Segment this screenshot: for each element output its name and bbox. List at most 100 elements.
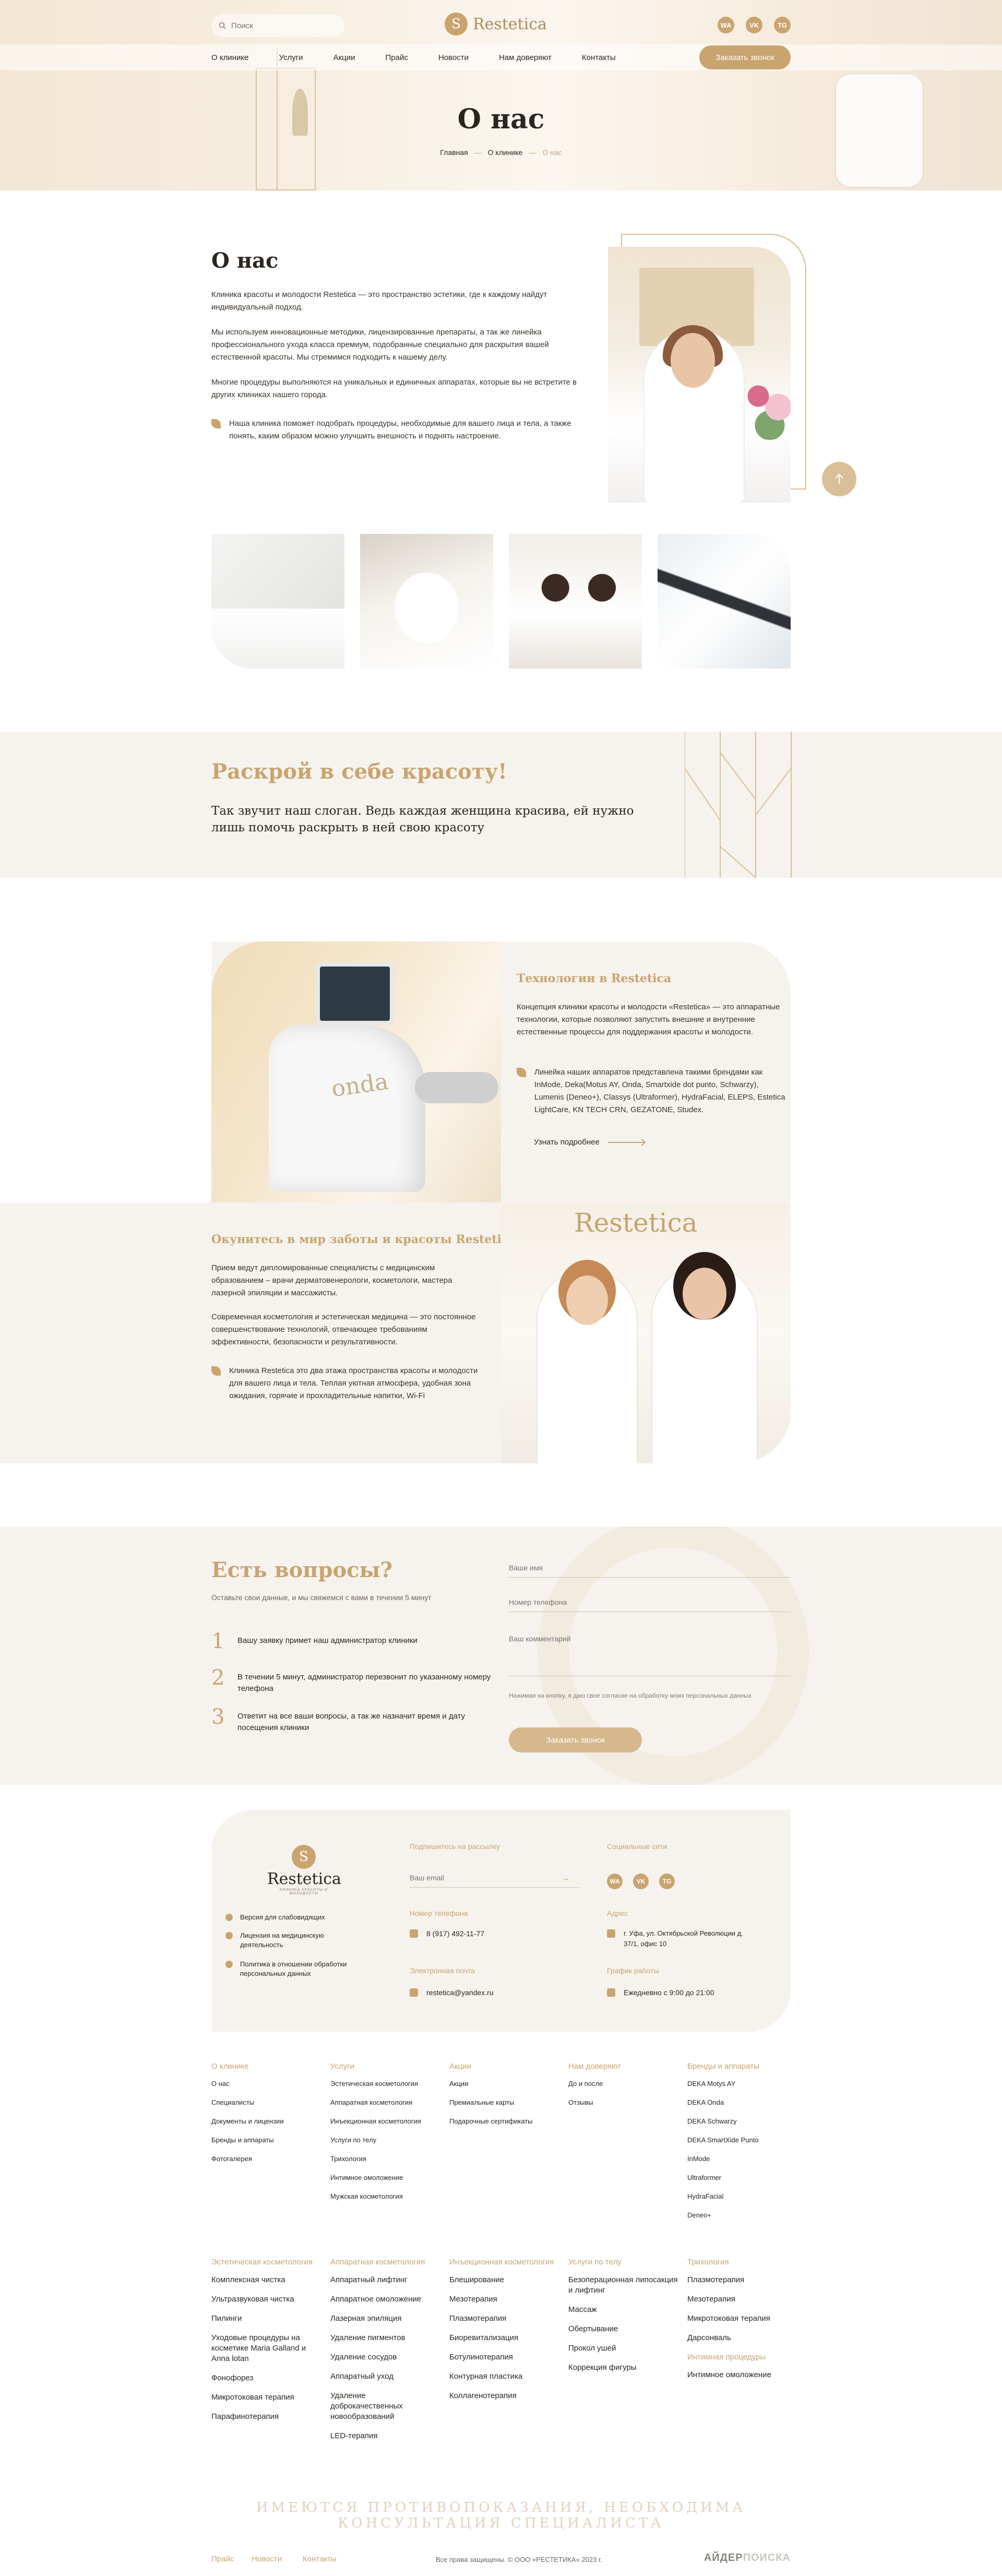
sitemap-heading[interactable]: Эстетическая косметология	[211, 2257, 321, 2268]
license-link[interactable]: Лицензия на медицинскую деятельность	[225, 1931, 366, 1950]
vk-icon[interactable]: VK	[633, 1874, 649, 1889]
sitemap-link[interactable]: Обертывание	[568, 2324, 678, 2334]
sitemap-link[interactable]: Плазмотерапия	[687, 2275, 797, 2285]
telegram-icon[interactable]: TG	[659, 1874, 675, 1889]
subscribe-email-field[interactable]	[410, 1874, 579, 1888]
sitemap-heading[interactable]: Услуги	[330, 2061, 440, 2072]
sitemap-link[interactable]: Специалисты	[211, 2098, 321, 2107]
learn-more-link[interactable]: Узнать подробнее	[534, 1138, 645, 1147]
sitemap-link[interactable]: Контурная пластика	[449, 2371, 559, 2382]
gallery-photo-3[interactable]	[509, 534, 642, 669]
call-request-button[interactable]: Заказать звонок	[699, 45, 791, 69]
sitemap-link[interactable]: О нас	[211, 2079, 321, 2089]
sitemap-link[interactable]: Бренды и аппараты	[211, 2136, 321, 2145]
sitemap-link[interactable]: Мужская косметология	[330, 2192, 440, 2201]
whatsapp-icon[interactable]: WA	[718, 17, 734, 33]
sitemap-heading[interactable]: Интимная процедуры	[687, 2352, 797, 2363]
sitemap-link[interactable]: Микротоковая терапия	[211, 2392, 321, 2403]
sitemap-link[interactable]: Коррекция фигуры	[568, 2363, 678, 2373]
sitemap-link[interactable]: LED-терапия	[330, 2431, 440, 2441]
sitemap-link[interactable]: Ботулинотерапия	[449, 2352, 559, 2363]
sitemap-link[interactable]: DEKA SmartXide Punto	[687, 2136, 797, 2145]
sitemap-link[interactable]: Уходовые процедуры на косметике Maria Ga…	[211, 2333, 321, 2364]
nav-item-services[interactable]: Услуги	[279, 53, 303, 62]
sitemap-link[interactable]: Микротоковая терапия	[687, 2313, 797, 2324]
sitemap-link[interactable]: Блеширование	[449, 2275, 559, 2285]
gallery-photo-2[interactable]	[360, 534, 493, 669]
phone-value[interactable]: 8 (917) 492-11-77	[410, 1928, 484, 1939]
sitemap-link[interactable]: Фонофорез	[211, 2373, 321, 2383]
nav-item-price[interactable]: Прайс	[386, 53, 408, 62]
nav-item-news[interactable]: Новости	[438, 53, 469, 62]
sitemap-link[interactable]: Прокол ушей	[568, 2343, 678, 2354]
name-input[interactable]	[509, 1564, 791, 1572]
sitemap-link[interactable]: Удаление доброкачественных новообразован…	[330, 2391, 440, 2422]
sitemap-link[interactable]: Аппаратный уход	[330, 2371, 440, 2382]
sitemap-heading[interactable]: Услуги по телу	[568, 2257, 678, 2268]
phone-field[interactable]	[509, 1598, 791, 1612]
developer-logo[interactable]: АЙДЕРПОИСКА	[704, 2552, 791, 2564]
logo[interactable]: S Restetica	[445, 13, 547, 35]
sitemap-link[interactable]: Фотогалерея	[211, 2154, 321, 2164]
subscribe-email-input[interactable]	[410, 1874, 545, 1882]
sitemap-link[interactable]: Эстетическая косметология	[330, 2079, 440, 2089]
order-call-button[interactable]: Заказать звонок	[509, 1727, 642, 1752]
nav-item-clinic[interactable]: О клинике	[211, 53, 248, 62]
sitemap-link[interactable]: Плазмотерапия	[449, 2313, 559, 2324]
sitemap-link[interactable]: До и после	[568, 2079, 678, 2089]
sitemap-link[interactable]: DEKA Onda	[687, 2098, 797, 2107]
sitemap-link[interactable]: Коллагенотерапия	[449, 2391, 559, 2401]
comment-field[interactable]	[509, 1635, 791, 1676]
gallery-photo-1[interactable]	[211, 534, 344, 669]
sitemap-link[interactable]: Парафинотерапия	[211, 2412, 321, 2422]
footer-logo[interactable]: S Restetica КЛИНИКА КРАСОТЫ И МОЛОДОСТИ	[267, 1845, 341, 1895]
sitemap-link[interactable]: Премиальные карты	[449, 2098, 559, 2107]
sitemap-link[interactable]: Комплексная чистка	[211, 2275, 321, 2285]
sitemap-link[interactable]: Подарочные сертификаты	[449, 2117, 559, 2126]
sitemap-link[interactable]: Удаление сосудов	[330, 2352, 440, 2363]
search-box[interactable]	[211, 14, 344, 37]
email-value[interactable]: restetica@yandex.ru	[410, 1987, 494, 1998]
comment-input[interactable]	[509, 1635, 791, 1660]
phone-input[interactable]	[509, 1598, 791, 1606]
sitemap-link[interactable]: Акции	[449, 2079, 559, 2089]
sitemap-link[interactable]: Ультразвуковая чистка	[211, 2294, 321, 2305]
sitemap-link[interactable]: InMode	[687, 2154, 797, 2164]
sitemap-link[interactable]: Услуги по телу	[330, 2136, 440, 2145]
accessibility-link[interactable]: Версия для слабовидящих	[225, 1913, 366, 1922]
sitemap-link[interactable]: DEKA Motys AY	[687, 2079, 797, 2089]
gallery-photo-4[interactable]	[658, 534, 791, 669]
sitemap-heading[interactable]: Нам доверяют	[568, 2061, 678, 2072]
sitemap-link[interactable]: Массаж	[568, 2305, 678, 2315]
subscribe-arrow-icon[interactable]: →	[561, 1873, 570, 1883]
sitemap-link[interactable]: Ultraformer	[687, 2173, 797, 2183]
sitemap-link[interactable]: Аппаратное омоложение	[330, 2294, 440, 2305]
sitemap-link[interactable]: Лазерная эпиляция	[330, 2313, 440, 2324]
sitemap-heading[interactable]: Трихология	[687, 2257, 797, 2268]
sitemap-link[interactable]: HydraFacial	[687, 2192, 797, 2201]
privacy-link[interactable]: Политика в отношении обработки персональ…	[225, 1960, 366, 1978]
sitemap-heading[interactable]: Аппаратная косметология	[330, 2257, 440, 2268]
sitemap-heading[interactable]: Инъекционная косметология	[449, 2257, 559, 2268]
sitemap-link[interactable]: Мезотерапия	[687, 2294, 797, 2305]
sitemap-heading[interactable]: Бренды и аппараты	[687, 2061, 797, 2072]
sitemap-link[interactable]: DEKA Schwarzy	[687, 2117, 797, 2126]
bottom-link-price[interactable]: Прайс	[211, 2555, 234, 2563]
sitemap-link[interactable]: Удаление пигментов	[330, 2333, 440, 2343]
sitemap-link[interactable]: Дарсонваль	[687, 2333, 797, 2343]
sitemap-link[interactable]: Трихология	[330, 2154, 440, 2164]
sitemap-link[interactable]: Deneo+	[687, 2211, 797, 2220]
search-input[interactable]	[231, 21, 325, 30]
sitemap-link[interactable]: Мезотерапия	[449, 2294, 559, 2305]
sitemap-link[interactable]: Пилинги	[211, 2313, 321, 2324]
sitemap-link[interactable]: Инъекционная косметология	[330, 2117, 440, 2126]
nav-item-promotions[interactable]: Акции	[333, 53, 355, 62]
nav-item-trust[interactable]: Нам доверяют	[499, 53, 552, 62]
sitemap-link[interactable]: Отзывы	[568, 2098, 678, 2107]
sitemap-link[interactable]: Безоперационная липосакция и лифтинг	[568, 2275, 678, 2296]
nav-item-contacts[interactable]: Контакты	[582, 53, 616, 62]
sitemap-link[interactable]: Биоревитализация	[449, 2333, 559, 2343]
sitemap-link[interactable]: Интимное омоложение	[687, 2370, 797, 2380]
vk-icon[interactable]: VK	[746, 17, 762, 33]
breadcrumb-clinic[interactable]: О клинике	[488, 148, 523, 157]
